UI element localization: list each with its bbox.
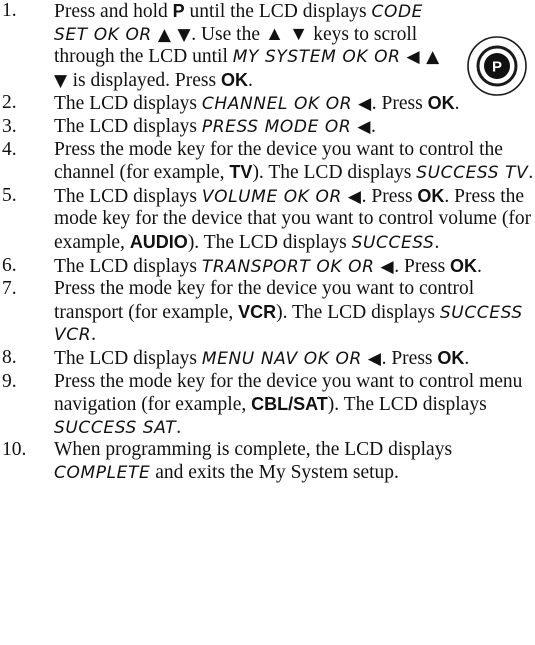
text-run: The LCD displays xyxy=(54,115,202,137)
lcd-text: PRESS MODE OR ◀ xyxy=(201,116,371,137)
p-button-icon: P xyxy=(467,36,527,96)
text-run: The LCD displays xyxy=(54,255,202,277)
text-run: . xyxy=(176,416,182,438)
text-run: . xyxy=(91,324,96,346)
text-run: is displayed. Press xyxy=(67,69,221,91)
key-label: OK xyxy=(450,255,478,276)
text-run: . xyxy=(247,69,253,91)
key-label: P xyxy=(172,1,185,21)
text-run: When programming is complete, the LCD di… xyxy=(54,439,453,461)
step-text: Press and hold P until the LCD displays … xyxy=(54,0,446,92)
step-number: 3. xyxy=(2,115,17,137)
text-run: until the LCD displays xyxy=(184,1,372,22)
text-run: ). The LCD displays xyxy=(252,162,417,184)
step-number: 5. xyxy=(2,184,17,206)
step-text: Press the mode key for the device you wa… xyxy=(54,278,523,345)
text-run: . xyxy=(464,347,470,369)
key-label: OK xyxy=(220,69,248,90)
lcd-text: TRANSPORT OK OR ◀ xyxy=(201,256,395,277)
key-label: AUDIO xyxy=(129,231,188,252)
lcd-text: SUCCESS TV xyxy=(416,163,529,184)
step-number: 10. xyxy=(2,439,27,461)
p-button-label: P xyxy=(492,59,502,76)
step-2: 2. The LCD displays CHANNEL OK OR ◀. Pre… xyxy=(0,92,535,116)
key-label: OK xyxy=(417,185,445,206)
step-9: 9. Press the mode key for the device you… xyxy=(0,371,535,440)
step-text: Press the mode key for the device you wa… xyxy=(54,139,533,184)
lcd-text: SUCCESS SAT xyxy=(54,417,177,438)
text-run: . xyxy=(434,231,440,253)
step-text: The LCD displays CHANNEL OK OR ◀. Press … xyxy=(54,93,459,114)
step-10: 10. When programming is complete, the LC… xyxy=(0,439,535,484)
step-3: 3. The LCD displays PRESS MODE OR ◀. xyxy=(0,116,535,139)
text-run: ). The LCD displays xyxy=(187,231,352,253)
text-run: ). The LCD displays xyxy=(276,301,440,323)
lcd-text: MENU NAV OK OR ◀ xyxy=(201,348,382,369)
text-run: . xyxy=(477,255,482,277)
text-run: ). The LCD displays xyxy=(327,394,487,416)
step-number: 6. xyxy=(2,254,17,276)
step-6: 6. The LCD displays TRANSPORT OK OR ◀. P… xyxy=(0,255,535,279)
text-run: . xyxy=(528,162,534,184)
step-number: 2. xyxy=(2,92,17,114)
text-run: . xyxy=(454,93,460,115)
step-number: 7. xyxy=(2,278,17,300)
text-run: . Press xyxy=(381,347,438,369)
step-number: 1. xyxy=(2,0,17,21)
step-text: The LCD displays TRANSPORT OK OR ◀. Pres… xyxy=(54,256,482,277)
step-7: 7. Press the mode key for the device you… xyxy=(0,278,535,347)
step-1: 1. Press and hold P until the LCD displa… xyxy=(0,0,535,92)
step-5: 5. The LCD displays VOLUME OK OR ◀. Pres… xyxy=(0,185,535,255)
lcd-text: COMPLETE xyxy=(54,462,151,483)
text-run: . Press xyxy=(371,93,428,115)
step-text: The LCD displays VOLUME OK OR ◀. Press O… xyxy=(54,186,531,253)
lcd-text: VOLUME OK OR ◀ xyxy=(201,186,362,207)
step-number: 8. xyxy=(2,346,17,368)
key-label: VCR xyxy=(238,301,277,322)
text-run: and exits the My System setup. xyxy=(150,461,399,483)
step-text: The LCD displays PRESS MODE OR ◀. xyxy=(54,116,376,137)
text-run: . xyxy=(371,115,376,137)
step-number: 4. xyxy=(2,138,17,160)
key-label: OK xyxy=(437,347,465,368)
key-label: CBL/SAT xyxy=(251,394,328,415)
step-number: 9. xyxy=(2,370,17,392)
text-run: The LCD displays xyxy=(54,347,202,369)
step-text: When programming is complete, the LCD di… xyxy=(54,439,452,483)
text-run: The LCD displays xyxy=(54,93,202,115)
text-run: Press and hold xyxy=(54,1,173,22)
key-label: TV xyxy=(229,162,253,183)
step-8: 8. The LCD displays MENU NAV OK OR ◀. Pr… xyxy=(0,347,535,371)
instruction-list: 1. Press and hold P until the LCD displa… xyxy=(0,0,535,484)
lcd-text: SUCCESS xyxy=(351,232,435,253)
lcd-text: CHANNEL OK OR ◀ xyxy=(201,94,372,115)
text-run: . Press xyxy=(361,185,418,207)
text-run: . Press xyxy=(394,255,451,277)
step-4: 4. Press the mode key for the device you… xyxy=(0,139,535,185)
step-text: The LCD displays MENU NAV OK OR ◀. Press… xyxy=(54,348,469,369)
key-label: OK xyxy=(427,93,455,114)
text-run: The LCD displays xyxy=(54,185,202,207)
step-text: Press the mode key for the device you wa… xyxy=(54,371,522,438)
